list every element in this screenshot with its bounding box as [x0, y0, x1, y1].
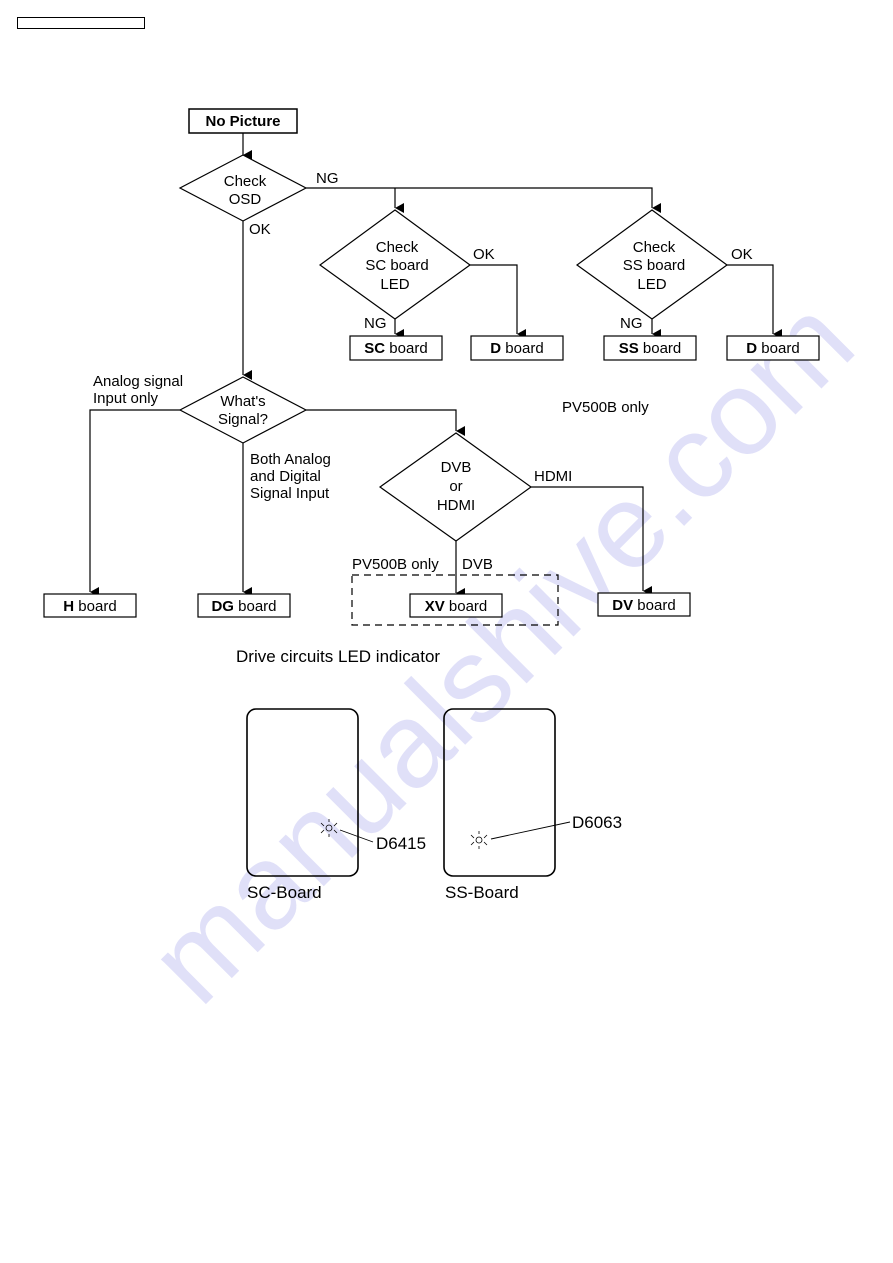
- result-d-board-1: D board: [470, 335, 564, 361]
- check-osd-line1: Check: [224, 173, 267, 190]
- troubleshooting-flowchart: manualshive.com No Picture Check OSD NG …: [43, 108, 879, 1028]
- both-label-line3: Signal Input: [250, 485, 330, 502]
- svg-text:SS board: SS board: [619, 340, 682, 357]
- decision-whats-signal: What's Signal?: [178, 376, 308, 444]
- check-sc-line1: Check: [376, 239, 419, 256]
- analog-label-line2: Input only: [93, 390, 159, 407]
- both-label-line2: and Digital: [250, 468, 321, 485]
- whats-signal-line2: Signal?: [218, 411, 268, 428]
- connector-osd-ng: [306, 187, 661, 213]
- led-d6063-icon: [470, 831, 488, 849]
- led-section-title: Drive circuits LED indicator: [236, 647, 440, 666]
- hdmi-label: HDMI: [534, 468, 572, 485]
- pv500b-dashed-note: PV500B only: [352, 556, 439, 573]
- check-sc-line2: SC board: [365, 257, 428, 274]
- decision-check-sc-led: Check SC board LED: [318, 209, 472, 320]
- osd-ng-label: NG: [316, 170, 339, 187]
- svg-text:XV board: XV board: [425, 598, 488, 615]
- result-xv-board: XV board: [409, 593, 503, 618]
- check-osd-line2: OSD: [229, 191, 262, 208]
- whats-signal-line1: What's: [220, 393, 265, 410]
- analog-label-line1: Analog signal: [93, 373, 183, 390]
- check-ss-line1: Check: [633, 239, 676, 256]
- svg-text:DG board: DG board: [211, 598, 276, 615]
- check-ss-line3: LED: [637, 276, 666, 293]
- pv500b-note: PV500B only: [562, 399, 649, 416]
- d6063-leader-line: [490, 821, 571, 840]
- ss-ok-label: OK: [731, 246, 753, 263]
- result-ss-board: SS board: [603, 335, 697, 361]
- decision-check-ss-led: Check SS board LED: [575, 209, 729, 320]
- connector-sc-ok: [470, 264, 526, 339]
- dvb-label: DVB: [462, 556, 493, 573]
- result-sc-board: SC board: [349, 335, 443, 361]
- start-box-no-picture: No Picture: [188, 108, 298, 134]
- decision-check-osd: Check OSD: [178, 154, 308, 222]
- svg-text:H board: H board: [63, 598, 116, 615]
- sc-ng-label: NG: [364, 315, 387, 332]
- osd-ok-label: OK: [249, 221, 271, 238]
- dvb-hdmi-line2: or: [449, 478, 462, 495]
- svg-text:SC board: SC board: [364, 340, 427, 357]
- result-h-board: H board: [43, 593, 137, 618]
- d6415-label: D6415: [376, 834, 426, 853]
- decision-dvb-or-hdmi: DVB or HDMI: [378, 432, 533, 542]
- check-ss-line2: SS board: [623, 257, 686, 274]
- result-d-board-2: D board: [726, 335, 820, 361]
- svg-text:D board: D board: [746, 340, 799, 357]
- d6063-label: D6063: [572, 813, 622, 832]
- svg-text:D board: D board: [490, 340, 543, 357]
- check-sc-line3: LED: [380, 276, 409, 293]
- ss-ng-label: NG: [620, 315, 643, 332]
- result-dv-board: DV board: [597, 592, 691, 617]
- dvb-hdmi-line3: HDMI: [437, 497, 475, 514]
- dvb-hdmi-line1: DVB: [441, 459, 472, 476]
- result-dg-board: DG board: [197, 593, 291, 618]
- both-label-line1: Both Analog: [250, 451, 331, 468]
- connector-analog-only: [89, 409, 180, 597]
- svg-text:DV board: DV board: [612, 597, 675, 614]
- ss-board-label: SS-Board: [445, 883, 519, 902]
- sc-ok-label: OK: [473, 246, 495, 263]
- start-label: No Picture: [205, 113, 280, 130]
- connector-to-dvb-hdmi: [306, 409, 465, 436]
- sc-board-label: SC-Board: [247, 883, 322, 902]
